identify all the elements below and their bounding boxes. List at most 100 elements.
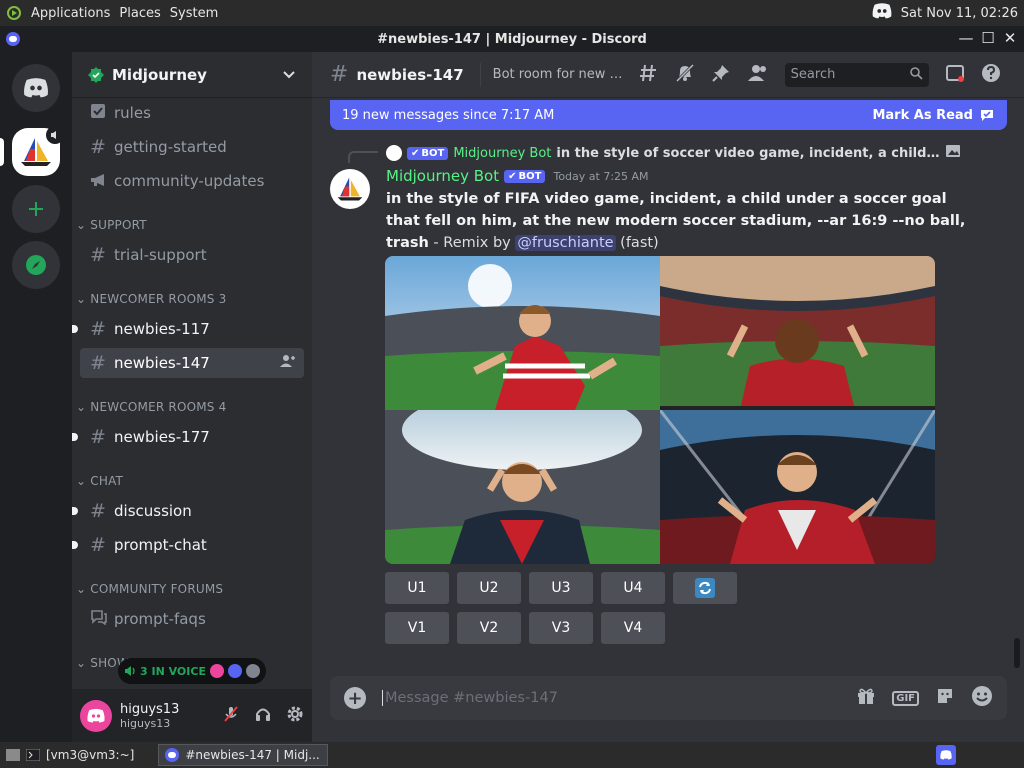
invite-member-icon[interactable]	[280, 354, 296, 372]
reply-reference[interactable]: ✔ BOT Midjourney Bot in the style of soc…	[386, 143, 961, 163]
upscale-4-button[interactable]: U4	[601, 572, 665, 604]
reply-avatar	[386, 145, 402, 161]
chat-scrollbar[interactable]	[1013, 100, 1021, 670]
reply-author[interactable]: Midjourney Bot	[453, 146, 551, 161]
reroll-button[interactable]	[673, 572, 737, 604]
message-author[interactable]: Midjourney Bot	[386, 167, 499, 185]
bot-badge: ✔ BOT	[407, 146, 449, 160]
taskbar-discord[interactable]: #newbies-147 | Midj...	[158, 744, 329, 766]
channel-newbies-117[interactable]: # newbies-117	[72, 314, 304, 344]
upscale-1-button[interactable]: U1	[385, 572, 449, 604]
username[interactable]: higuys13	[120, 702, 179, 717]
generated-image-1[interactable]	[385, 256, 660, 410]
generated-image-3[interactable]	[385, 410, 660, 564]
menu-system[interactable]: System	[170, 6, 218, 21]
attach-plus-button[interactable]: +	[344, 687, 366, 709]
thread-hash-icon: #	[330, 62, 349, 87]
server-midjourney[interactable]	[12, 126, 64, 176]
variation-4-button[interactable]: V4	[601, 612, 665, 644]
variation-2-button[interactable]: V2	[457, 612, 521, 644]
channel-newbies-177[interactable]: # newbies-177	[72, 422, 304, 452]
mode-text: (fast)	[615, 235, 659, 251]
help-icon[interactable]	[981, 63, 1001, 87]
emoji-icon[interactable]	[971, 685, 993, 711]
category-chevron-icon: ⌄	[76, 292, 87, 306]
user-mention[interactable]: @fruschiante	[515, 235, 616, 251]
variation-1-button[interactable]: V1	[385, 612, 449, 644]
gift-icon[interactable]	[856, 686, 876, 710]
channel-rules[interactable]: rules	[80, 98, 304, 128]
terminal-icon	[26, 749, 40, 761]
menu-applications[interactable]: Applications	[31, 6, 110, 21]
hash-icon: #	[90, 136, 106, 158]
bot-badge: ✔ BOT	[504, 169, 546, 183]
upscale-2-button[interactable]: U2	[457, 572, 521, 604]
notifications-muted-icon[interactable]	[675, 63, 695, 87]
category-chevron-icon: ⌄	[76, 582, 87, 596]
category-community-forums[interactable]: ⌄ COMMUNITY FORUMS	[76, 582, 223, 596]
explore-servers-button[interactable]	[12, 241, 60, 289]
chevron-down-icon	[283, 70, 295, 78]
midjourney-boat-icon	[337, 177, 363, 201]
scrollbar-thumb[interactable]	[1014, 638, 1020, 668]
discord-small-icon	[165, 748, 180, 762]
desktop-logo-icon[interactable]	[4, 3, 24, 23]
member-list-icon[interactable]	[747, 63, 769, 87]
channel-newbies-147[interactable]: # newbies-147	[80, 348, 304, 378]
thread-hash-icon: #	[90, 352, 106, 374]
add-server-button[interactable]	[12, 185, 60, 233]
user-tag: higuys13	[120, 716, 171, 730]
mute-mic-icon[interactable]	[222, 705, 240, 727]
minimize-button[interactable]: —	[958, 29, 974, 47]
variation-button-row: V1 V2 V3 V4	[385, 612, 665, 644]
desktop-top-panel: Applications Places System Sat Nov 11, 0…	[0, 0, 1024, 26]
channel-getting-started[interactable]: # getting-started	[80, 132, 304, 162]
new-messages-bar[interactable]: 19 new messages since 7:17 AM Mark As Re…	[330, 100, 1007, 130]
image-grid[interactable]	[385, 256, 935, 564]
in-voice-indicator[interactable]: 3 IN VOICE	[118, 658, 266, 684]
category-chat[interactable]: ⌄ CHAT	[76, 474, 123, 488]
taskbar-terminal[interactable]: [vm3@vm3:~]	[0, 744, 140, 766]
inbox-icon[interactable]	[945, 63, 965, 87]
discord-tray-icon[interactable]	[936, 745, 956, 765]
voice-speaker-icon	[46, 126, 64, 144]
channel-trial-support[interactable]: # trial-support	[80, 240, 304, 270]
thread-hash-icon: #	[90, 426, 106, 448]
search-icon	[909, 66, 923, 84]
upscale-3-button[interactable]: U3	[529, 572, 593, 604]
search-input[interactable]: Search	[784, 62, 929, 87]
avatar[interactable]	[80, 699, 112, 732]
channel-list: rules # getting-started community-update…	[72, 98, 312, 688]
discord-tray-icon[interactable]	[871, 2, 893, 24]
home-button[interactable]	[12, 64, 60, 112]
threads-icon[interactable]	[639, 63, 659, 87]
mark-as-read-button[interactable]: Mark As Read	[872, 107, 995, 123]
channel-prompt-faqs[interactable]: prompt-faqs	[80, 604, 304, 634]
variation-3-button[interactable]: V3	[529, 612, 593, 644]
server-header[interactable]: Midjourney	[72, 52, 312, 98]
avatar[interactable]	[330, 169, 370, 209]
headphones-icon[interactable]	[254, 705, 272, 727]
category-chevron-icon: ⌄	[76, 218, 87, 232]
generated-image-4[interactable]	[660, 410, 935, 564]
category-support[interactable]: ⌄ SUPPORT	[76, 218, 147, 232]
message-input[interactable]	[382, 690, 822, 706]
maximize-button[interactable]: ☐	[980, 29, 996, 47]
thread-hash-icon: #	[90, 318, 106, 340]
menu-places[interactable]: Places	[119, 6, 160, 21]
selected-server-pill	[0, 138, 4, 166]
plus-icon	[29, 202, 43, 216]
channel-discussion[interactable]: # discussion	[72, 496, 304, 526]
pin-icon[interactable]	[711, 63, 731, 87]
category-newcomer-rooms-3[interactable]: ⌄ NEWCOMER ROOMS 3	[76, 292, 226, 306]
sticker-icon[interactable]	[935, 686, 955, 710]
close-button[interactable]: ✕	[1002, 29, 1018, 47]
gif-button[interactable]: GIF	[892, 690, 919, 706]
channel-community-updates[interactable]: community-updates	[80, 166, 304, 196]
generated-image-2[interactable]	[660, 256, 935, 410]
gear-icon[interactable]	[286, 705, 304, 727]
category-newcomer-rooms-4[interactable]: ⌄ NEWCOMER ROOMS 4	[76, 400, 226, 414]
channel-topic[interactable]: Bot room for new us...	[493, 67, 625, 82]
channel-prompt-chat[interactable]: # prompt-chat	[72, 530, 304, 560]
clock[interactable]: Sat Nov 11, 02:26	[901, 6, 1018, 21]
